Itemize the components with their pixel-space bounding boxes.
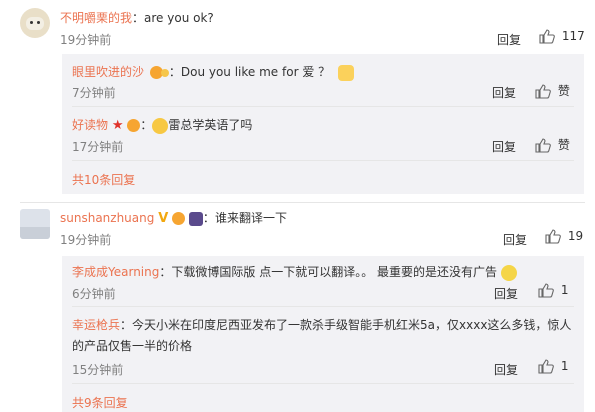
reply-button[interactable]: 回复: [492, 84, 516, 101]
reply-time: 15分钟前: [72, 363, 124, 377]
username-link[interactable]: 好读物: [72, 118, 108, 132]
reply-body: 好读物 ★ ：雷总学英语了吗: [72, 117, 253, 134]
more-replies-link[interactable]: 共10条回复: [72, 171, 135, 188]
red-star-icon: ★: [111, 118, 124, 133]
like-count: 1: [560, 359, 569, 373]
username-link[interactable]: 不明嚼栗的我: [60, 11, 132, 25]
cat-emoji-icon: [337, 64, 354, 81]
like-button[interactable]: 117: [539, 29, 585, 44]
avatar[interactable]: [20, 209, 50, 239]
thumbs-up-icon: [535, 84, 551, 99]
divider: [72, 306, 574, 307]
more-replies-link[interactable]: 共9条回复: [72, 394, 128, 411]
comment-body: sunshanzhuang V ：谁来翻译一下: [60, 211, 287, 226]
reply-body: 幸运枪兵：今天小米在印度尼西亚发布了一款杀手级智能手机红米5a，仅xxxx这么多…: [72, 315, 577, 357]
reply-text: 下载微博国际版 点一下就可以翻译。。 最重要的是还没有广告: [171, 265, 498, 279]
vip-badge-icon: [160, 68, 169, 77]
reply-button[interactable]: 回复: [494, 285, 518, 302]
divider: [72, 383, 574, 384]
vip-badge-icon: [172, 212, 186, 225]
reply-button[interactable]: 回复: [492, 138, 516, 155]
reply-time: 17分钟前: [72, 140, 124, 154]
divider: [72, 160, 574, 161]
username-link[interactable]: 眼里吹进的沙: [72, 65, 144, 79]
thumbs-up-icon: [538, 359, 554, 374]
comment-text: are you ok?: [144, 11, 214, 25]
reply-list: 李成成Yearning：下载微博国际版 点一下就可以翻译。。 最重要的是还没有广…: [62, 256, 584, 412]
username-link[interactable]: 李成成Yearning: [72, 265, 159, 279]
comment-body: 不明嚼栗的我：are you ok?: [60, 11, 214, 25]
like-label: 赞: [557, 138, 570, 152]
reply-body: 眼里吹进的沙 ：Dou you like me for 爱 ？: [72, 63, 354, 81]
like-button[interactable]: 赞: [535, 136, 570, 153]
thumbs-up-icon: [539, 29, 555, 44]
minion-emoji-icon: [500, 264, 517, 281]
night-badge-icon: [188, 211, 203, 226]
reply-text: 雷总学英语了吗: [168, 118, 253, 132]
thumbs-up-icon: [545, 229, 561, 244]
reply-text: 今天小米在印度尼西亚发布了一款杀手级智能手机红米5a，仅xxxx这么多钱，惊人: [132, 318, 572, 332]
thumbs-up-icon: [538, 283, 554, 298]
like-button[interactable]: 1: [538, 359, 568, 374]
like-count: 117: [561, 29, 585, 43]
reply-text: Dou you like me for 爱 ？: [180, 65, 331, 79]
reply-time: 6分钟前: [72, 287, 116, 301]
divider: [72, 106, 574, 107]
vip-badge-icon: [127, 119, 141, 132]
laugh-emoji-icon: [152, 117, 169, 134]
comment-section: 不明嚼栗的我：are you ok? 19分钟前 回复 117 眼里吹进的沙 ：…: [0, 0, 595, 412]
comment-time: 19分钟前: [60, 233, 112, 247]
reply-body: 李成成Yearning：下载微博国际版 点一下就可以翻译。。 最重要的是还没有广…: [72, 263, 582, 281]
avatar[interactable]: [20, 8, 50, 38]
like-button[interactable]: 赞: [535, 82, 570, 99]
comment-text: 谁来翻译一下: [214, 211, 287, 225]
reply-button[interactable]: 回复: [494, 361, 518, 378]
username-link[interactable]: sunshanzhuang: [60, 211, 154, 225]
username-link[interactable]: 幸运枪兵: [72, 318, 120, 332]
reply-button[interactable]: 回复: [503, 231, 527, 248]
like-label: 赞: [557, 84, 570, 98]
comment-divider: [20, 202, 585, 203]
like-button[interactable]: 19: [545, 229, 583, 244]
reply-time: 7分钟前: [72, 86, 116, 100]
like-count: 1: [560, 283, 569, 297]
thumbs-up-icon: [535, 138, 551, 153]
reply-button[interactable]: 回复: [497, 31, 521, 48]
like-count: 19: [567, 229, 584, 243]
reply-list: 眼里吹进的沙 ：Dou you like me for 爱 ？ 7分钟前 回复 …: [62, 54, 584, 194]
like-button[interactable]: 1: [538, 283, 568, 298]
verified-v-icon: V: [158, 211, 169, 226]
reply-text-continued: 的产品仅售一半的价格: [72, 339, 193, 353]
comment-time: 19分钟前: [60, 33, 112, 47]
